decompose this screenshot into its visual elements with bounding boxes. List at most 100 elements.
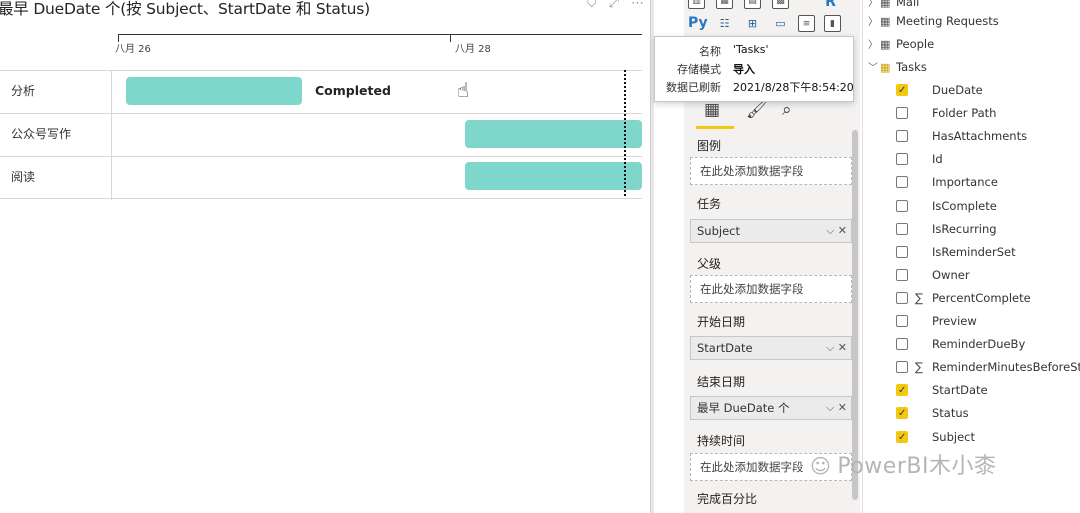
end-date-well-field[interactable]: 最早 DueDate 个 ⌵ ✕	[690, 396, 852, 420]
field-checkbox[interactable]	[896, 291, 908, 304]
field-name: ReminderDueBy	[932, 337, 1026, 352]
table-info-tooltip: 名称 'Tasks' 存储模式 导入 数据已刷新 2021/8/28下午8:54…	[654, 36, 854, 102]
field-checkbox[interactable]	[896, 153, 908, 166]
task-label: 阅读	[0, 157, 112, 200]
field-name: IsReminderSet	[932, 244, 1016, 259]
field-name: PercentComplete	[932, 290, 1031, 305]
field-checkbox[interactable]	[896, 81, 908, 101]
python-icon[interactable]: Py	[688, 15, 708, 32]
timeline-axis	[118, 34, 642, 35]
axis-label-aug28: 八月 28	[455, 44, 491, 55]
tooltip-key: 数据已刷新	[666, 81, 721, 94]
chevron-right-icon: 〉	[868, 40, 878, 51]
field-name: DueDate	[932, 83, 983, 97]
duration-well-label: 持续时间	[697, 434, 746, 448]
table-visual-icon[interactable]: ▦	[716, 0, 733, 9]
key-influencers-icon[interactable]: ☷	[716, 15, 733, 32]
task-well-field[interactable]: Subject ⌵ ✕	[690, 219, 852, 243]
more-options-icon[interactable]: ⋯	[631, 0, 644, 11]
map-icon[interactable]: ▩	[772, 0, 789, 9]
start-date-well-field[interactable]: StartDate ⌵ ✕	[690, 336, 852, 360]
task-bar[interactable]	[465, 162, 642, 190]
task-bar[interactable]	[465, 120, 642, 148]
report-canvas: 最早 DueDate 个(按 Subject、StartDate 和 Statu…	[0, 0, 650, 513]
axis-label-aug26: 八月 26	[115, 44, 151, 55]
table-name: Meeting Requests	[896, 14, 999, 28]
gantt-row[interactable]: 分析 Completed	[0, 70, 642, 114]
tooltip-value: 导入	[733, 63, 755, 76]
r-script-icon[interactable]: R	[822, 0, 839, 11]
watermark-text: PowerBI木小桼	[837, 454, 997, 479]
chevron-right-icon: 〉	[868, 17, 878, 28]
table-name: People	[896, 37, 935, 51]
field-checkbox[interactable]	[896, 176, 908, 189]
field-checkbox[interactable]	[896, 268, 908, 281]
paginated-report-icon[interactable]: ▮	[824, 15, 841, 32]
start-date-well-label: 开始日期	[697, 315, 746, 329]
field-controls[interactable]: ⌵ ✕	[826, 220, 847, 242]
analytics-tab-icon[interactable]: ⌕	[782, 100, 792, 120]
today-line	[624, 70, 626, 196]
legend-drop-zone[interactable]: 在此处添加数据字段	[690, 157, 852, 185]
field-checkbox[interactable]	[896, 315, 908, 327]
fields-tab-icon[interactable]: ▦	[704, 100, 720, 120]
field-name: HasAttachments	[932, 129, 1028, 144]
qa-icon[interactable]: ▭	[772, 15, 789, 32]
viz-pane-scrollbar[interactable]	[852, 130, 858, 500]
smart-narrative-icon[interactable]: ≡	[798, 15, 815, 32]
field-name: Status	[932, 406, 969, 421]
gantt-row[interactable]: 阅读	[0, 156, 642, 200]
field-checkbox[interactable]	[896, 381, 908, 401]
axis-tick	[450, 34, 451, 42]
field-checkbox[interactable]	[896, 361, 908, 374]
parent-drop-zone[interactable]: 在此处添加数据字段	[690, 275, 852, 303]
filter-icon[interactable]: ⛉	[587, 0, 597, 11]
field-controls[interactable]: ⌵ ✕	[826, 397, 847, 419]
field-name: Preview	[932, 314, 977, 328]
parent-well-label: 父级	[697, 257, 722, 271]
table-tasks[interactable]: ﹀ ▦ Tasks	[868, 57, 927, 77]
field-checkbox[interactable]	[896, 130, 908, 143]
decomposition-tree-icon[interactable]: ⊞	[744, 15, 761, 32]
end-date-field-value: 最早 DueDate 个	[697, 401, 790, 415]
field-checkbox[interactable]	[896, 222, 908, 235]
field-checkbox[interactable]	[896, 404, 908, 424]
field-name: IsComplete	[932, 198, 997, 213]
task-status-label: Completed	[315, 83, 391, 98]
field-checkbox[interactable]	[896, 338, 908, 351]
field-name: Subject	[932, 429, 975, 444]
task-field-value: Subject	[697, 224, 740, 238]
focus-mode-icon[interactable]: ⤢	[609, 0, 619, 11]
field-controls[interactable]: ⌵ ✕	[826, 337, 847, 359]
matrix-icon[interactable]: ▤	[744, 0, 761, 9]
table-people[interactable]: 〉 ▦ People	[868, 34, 934, 54]
field-name: Owner	[932, 267, 970, 282]
gantt-row[interactable]: 公众号写作	[0, 113, 642, 157]
hand-cursor-icon: ☝	[457, 78, 470, 102]
field-name: Folder Path	[932, 106, 997, 121]
percent-complete-well-label: 完成百分比	[697, 492, 758, 506]
sigma-icon: ∑	[915, 360, 924, 375]
field-checkbox[interactable]	[896, 199, 908, 212]
table-icon: ▦	[880, 38, 891, 51]
field-checkbox[interactable]	[896, 245, 908, 258]
stacked-bar-chart-icon[interactable]: ▥	[688, 0, 705, 9]
table-icon: ▦	[880, 15, 891, 28]
end-date-well-label: 结束日期	[697, 375, 746, 389]
tooltip-key: 存储模式	[677, 63, 721, 76]
visual-title: 最早 DueDate 个(按 Subject、StartDate 和 Statu…	[0, 0, 370, 18]
visual-header-icons: ⛉ ⤢ ⋯	[587, 0, 644, 11]
task-label: 分析	[0, 71, 112, 114]
table-meeting-requests[interactable]: 〉 ▦ Meeting Requests	[868, 11, 999, 31]
field-name: IsRecurring	[932, 221, 997, 236]
field-checkbox[interactable]	[896, 428, 908, 448]
start-date-field-value: StartDate	[697, 341, 753, 355]
field-name: Id	[932, 152, 943, 167]
task-label: 公众号写作	[0, 114, 112, 157]
tooltip-value: 2021/8/28下午8:54:20	[733, 81, 854, 94]
table-checked-icon: ▦	[880, 61, 891, 74]
tooltip-key: 名称	[699, 45, 721, 58]
format-tab-icon[interactable]: 🖌	[746, 100, 768, 120]
field-checkbox[interactable]	[896, 107, 908, 120]
task-bar[interactable]	[126, 77, 302, 105]
